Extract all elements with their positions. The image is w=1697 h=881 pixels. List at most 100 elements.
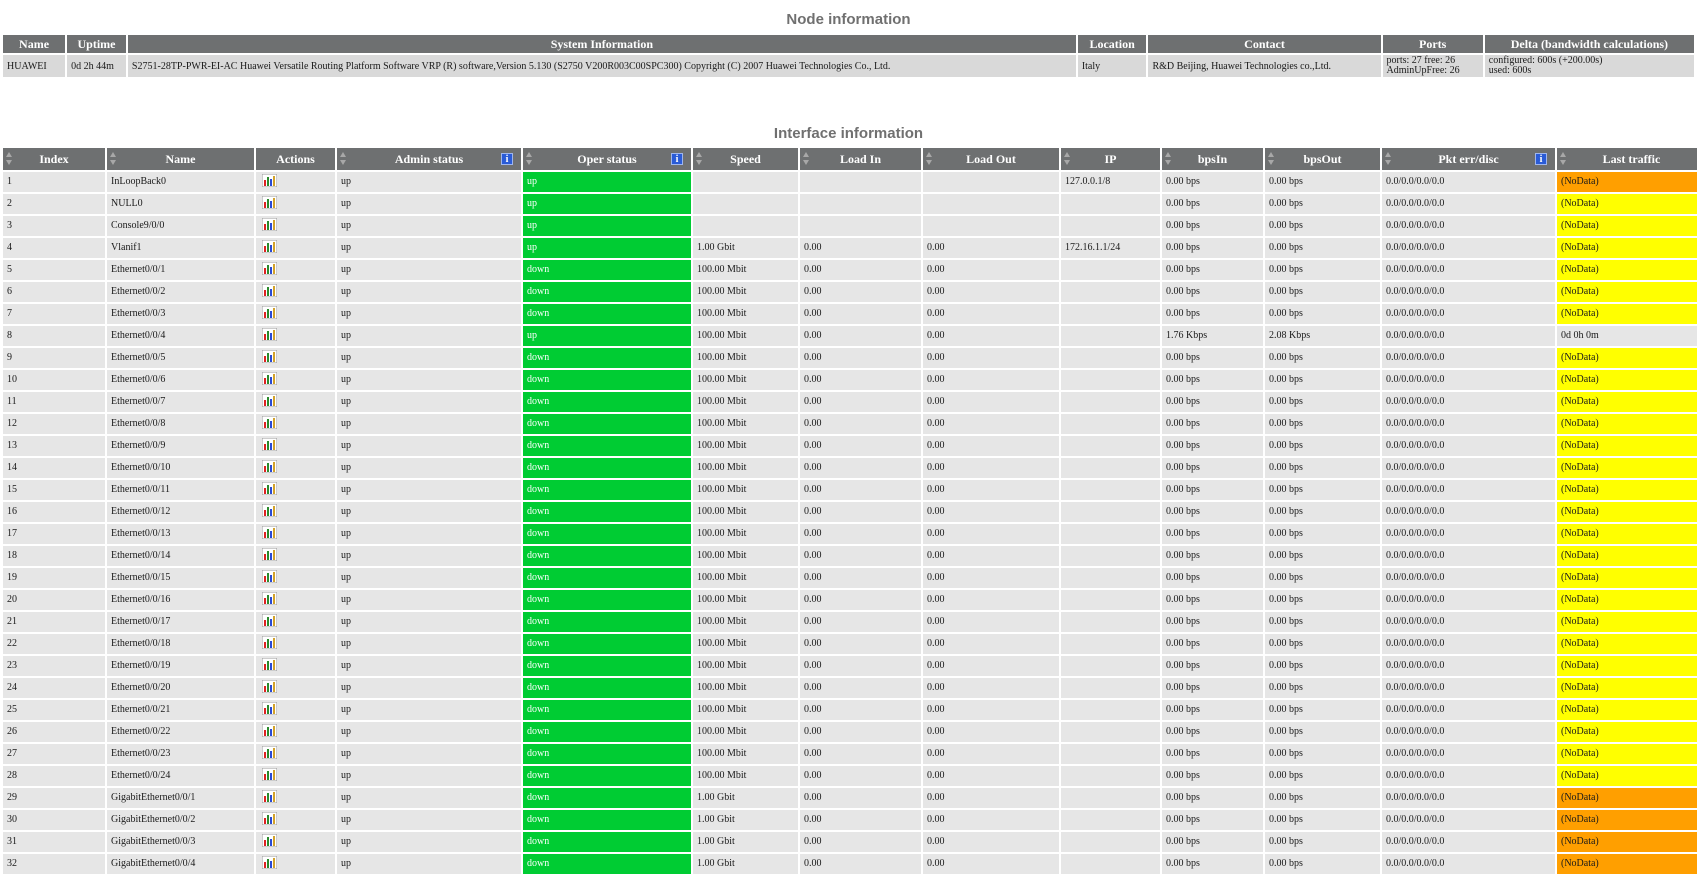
cell-name[interactable]: Ethernet0/0/9	[107, 436, 254, 456]
info-icon[interactable]: i	[501, 153, 513, 165]
sort-arrows-icon[interactable]	[526, 152, 533, 166]
bar-chart-icon[interactable]	[261, 723, 278, 738]
header-index[interactable]: Index	[3, 148, 105, 170]
cell-name[interactable]: Ethernet0/0/17	[107, 612, 254, 632]
cell-actions	[256, 854, 335, 874]
cell-name[interactable]: GigabitEthernet0/0/2	[107, 810, 254, 830]
bar-chart-icon[interactable]	[261, 459, 278, 474]
bar-chart-icon[interactable]	[261, 635, 278, 650]
bar-chart-icon[interactable]	[261, 591, 278, 606]
bar-chart-icon[interactable]	[261, 745, 278, 760]
sort-arrows-icon[interactable]	[1064, 152, 1071, 166]
bar-chart-icon[interactable]	[261, 855, 278, 870]
cell-name[interactable]: Console9/0/0	[107, 216, 254, 236]
header-last-traffic[interactable]: Last traffic	[1557, 148, 1697, 170]
cell-name[interactable]: Ethernet0/0/10	[107, 458, 254, 478]
bar-chart-icon[interactable]	[261, 657, 278, 672]
bar-chart-icon[interactable]	[261, 261, 278, 276]
cell-name[interactable]: Ethernet0/0/20	[107, 678, 254, 698]
cell-ip	[1061, 634, 1160, 654]
bar-chart-icon[interactable]	[261, 613, 278, 628]
bar-chart-icon[interactable]	[261, 525, 278, 540]
header-speed[interactable]: Speed	[693, 148, 798, 170]
cell-name[interactable]: Ethernet0/0/4	[107, 326, 254, 346]
bar-chart-icon[interactable]	[261, 701, 278, 716]
cell-name[interactable]: Ethernet0/0/16	[107, 590, 254, 610]
bar-chart-icon[interactable]	[261, 437, 278, 452]
header-admin-status[interactable]: Admin status i	[337, 148, 521, 170]
sort-arrows-icon[interactable]	[1268, 152, 1275, 166]
cell-name[interactable]: Ethernet0/0/24	[107, 766, 254, 786]
sort-arrows-icon[interactable]	[1385, 152, 1392, 166]
cell-name[interactable]: Ethernet0/0/15	[107, 568, 254, 588]
info-icon[interactable]: i	[1535, 153, 1547, 165]
bar-chart-icon[interactable]	[261, 327, 278, 342]
bar-chart-icon[interactable]	[261, 789, 278, 804]
bar-chart-icon[interactable]	[261, 239, 278, 254]
sort-arrows-icon[interactable]	[6, 152, 13, 166]
bar-chart-icon[interactable]	[261, 767, 278, 782]
sort-arrows-icon[interactable]	[1165, 152, 1172, 166]
cell-pkt-err-disc: 0.0/0.0/0.0/0.0	[1382, 590, 1555, 610]
bar-chart-icon[interactable]	[261, 547, 278, 562]
bar-chart-icon[interactable]	[261, 481, 278, 496]
bar-chart-icon[interactable]	[261, 349, 278, 364]
sort-arrows-icon[interactable]	[926, 152, 933, 166]
header-pkt-err-disc[interactable]: Pkt err/disc i	[1382, 148, 1555, 170]
header-bps-out[interactable]: bpsOut	[1265, 148, 1380, 170]
cell-name[interactable]: Ethernet0/0/22	[107, 722, 254, 742]
header-ip[interactable]: IP	[1061, 148, 1160, 170]
cell-load-in: 0.00	[800, 854, 921, 874]
cell-name[interactable]: Ethernet0/0/13	[107, 524, 254, 544]
cell-name[interactable]: Ethernet0/0/7	[107, 392, 254, 412]
sort-arrows-icon[interactable]	[1560, 152, 1567, 166]
bar-chart-icon[interactable]	[261, 503, 278, 518]
sort-arrows-icon[interactable]	[696, 152, 703, 166]
info-icon[interactable]: i	[671, 153, 683, 165]
cell-name[interactable]: Vlanif1	[107, 238, 254, 258]
bar-chart-icon[interactable]	[261, 217, 278, 232]
bar-chart-icon[interactable]	[261, 679, 278, 694]
cell-last-traffic: (NoData)	[1557, 414, 1697, 434]
cell-name[interactable]: Ethernet0/0/1	[107, 260, 254, 280]
sort-arrows-icon[interactable]	[110, 152, 117, 166]
bar-chart-icon[interactable]	[261, 371, 278, 386]
cell-name[interactable]: NULL0	[107, 194, 254, 214]
cell-name[interactable]: Ethernet0/0/6	[107, 370, 254, 390]
bar-chart-icon[interactable]	[261, 195, 278, 210]
cell-name[interactable]: Ethernet0/0/11	[107, 480, 254, 500]
bar-chart-icon[interactable]	[261, 283, 278, 298]
cell-name[interactable]: GigabitEthernet0/0/4	[107, 854, 254, 874]
cell-name[interactable]: Ethernet0/0/2	[107, 282, 254, 302]
cell-name[interactable]: Ethernet0/0/23	[107, 744, 254, 764]
bar-chart-icon[interactable]	[261, 173, 278, 188]
cell-name[interactable]: InLoopBack0	[107, 172, 254, 192]
cell-actions	[256, 348, 335, 368]
cell-name[interactable]: GigabitEthernet0/0/3	[107, 832, 254, 852]
sort-arrows-icon[interactable]	[803, 152, 810, 166]
bar-chart-icon[interactable]	[261, 393, 278, 408]
header-bps-in[interactable]: bpsIn	[1162, 148, 1263, 170]
header-oper-status[interactable]: Oper status i	[523, 148, 691, 170]
cell-name[interactable]: Ethernet0/0/14	[107, 546, 254, 566]
bar-chart-icon[interactable]	[261, 833, 278, 848]
cell-name[interactable]: Ethernet0/0/3	[107, 304, 254, 324]
cell-load-in: 0.00	[800, 832, 921, 852]
cell-name[interactable]: Ethernet0/0/12	[107, 502, 254, 522]
bar-chart-icon[interactable]	[261, 569, 278, 584]
header-name[interactable]: Name	[107, 148, 254, 170]
cell-bps-in: 0.00 bps	[1162, 414, 1263, 434]
sort-arrows-icon[interactable]	[340, 152, 347, 166]
header-load-in[interactable]: Load In	[800, 148, 921, 170]
cell-name[interactable]: Ethernet0/0/5	[107, 348, 254, 368]
header-load-out[interactable]: Load Out	[923, 148, 1059, 170]
cell-name[interactable]: Ethernet0/0/19	[107, 656, 254, 676]
cell-name[interactable]: GigabitEthernet0/0/1	[107, 788, 254, 808]
cell-bps-in: 0.00 bps	[1162, 480, 1263, 500]
cell-name[interactable]: Ethernet0/0/8	[107, 414, 254, 434]
bar-chart-icon[interactable]	[261, 415, 278, 430]
bar-chart-icon[interactable]	[261, 811, 278, 826]
bar-chart-icon[interactable]	[261, 305, 278, 320]
cell-name[interactable]: Ethernet0/0/21	[107, 700, 254, 720]
cell-name[interactable]: Ethernet0/0/18	[107, 634, 254, 654]
